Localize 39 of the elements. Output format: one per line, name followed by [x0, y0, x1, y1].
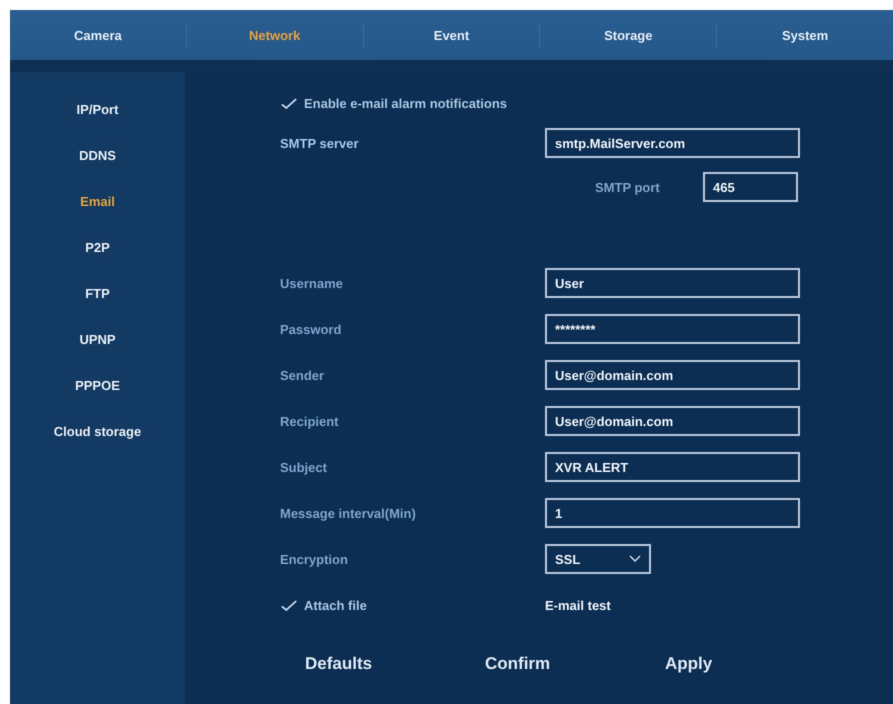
- tab[interactable]: Camera: [10, 10, 186, 60]
- field-label: Password: [280, 322, 342, 336]
- field-label: Sender: [280, 368, 326, 382]
- input-field[interactable]: User@domain.com: [545, 406, 800, 436]
- checkbox-label: Attach file: [304, 598, 367, 612]
- sidebar-item[interactable]: PPPOE: [10, 362, 185, 408]
- checkmark-icon[interactable]: [280, 598, 298, 612]
- field-label: Encryption: [280, 552, 349, 566]
- field-label: SMTP port: [595, 180, 661, 194]
- caret-icon: [629, 555, 641, 563]
- tab[interactable]: Event: [364, 10, 540, 60]
- sidebar-item[interactable]: P2P: [10, 224, 185, 270]
- sidebar-item[interactable]: Email: [10, 178, 185, 224]
- dropdown[interactable]: SSL: [545, 544, 651, 574]
- field-label: Message interval(Min): [280, 506, 417, 520]
- field-label: SMTP server: [280, 136, 360, 150]
- sidebar-item[interactable]: UPNP: [10, 316, 185, 362]
- sidebar-item[interactable]: FTP: [10, 270, 185, 316]
- checkbox-label: Enable e-mail alarm notifications: [304, 96, 507, 110]
- input-field[interactable]: 1: [545, 498, 800, 528]
- input-field[interactable]: XVR ALERT: [545, 452, 800, 482]
- action-button[interactable]: Confirm: [485, 654, 665, 674]
- action-button[interactable]: Apply: [665, 654, 845, 674]
- field-label: Username: [280, 276, 344, 290]
- input-field[interactable]: smtp.MailServer.com: [545, 128, 800, 158]
- tab[interactable]: System: [717, 10, 893, 60]
- input-field[interactable]: ********: [545, 314, 800, 344]
- email-test-button[interactable]: E-mail test: [545, 598, 611, 612]
- input-field[interactable]: User@domain.com: [545, 360, 800, 390]
- field-label: Recipient: [280, 414, 340, 428]
- sidebar-item[interactable]: Cloud storage: [10, 408, 185, 454]
- action-button[interactable]: Defaults: [305, 654, 485, 674]
- sidebar-item[interactable]: IP/Port: [10, 86, 185, 132]
- input-field[interactable]: User: [545, 268, 800, 298]
- field-label: Subject: [280, 460, 328, 474]
- sidebar-item[interactable]: DDNS: [10, 132, 185, 178]
- checkmark-icon[interactable]: [280, 96, 298, 110]
- tab[interactable]: Storage: [540, 10, 716, 60]
- input-field[interactable]: 465: [703, 172, 798, 202]
